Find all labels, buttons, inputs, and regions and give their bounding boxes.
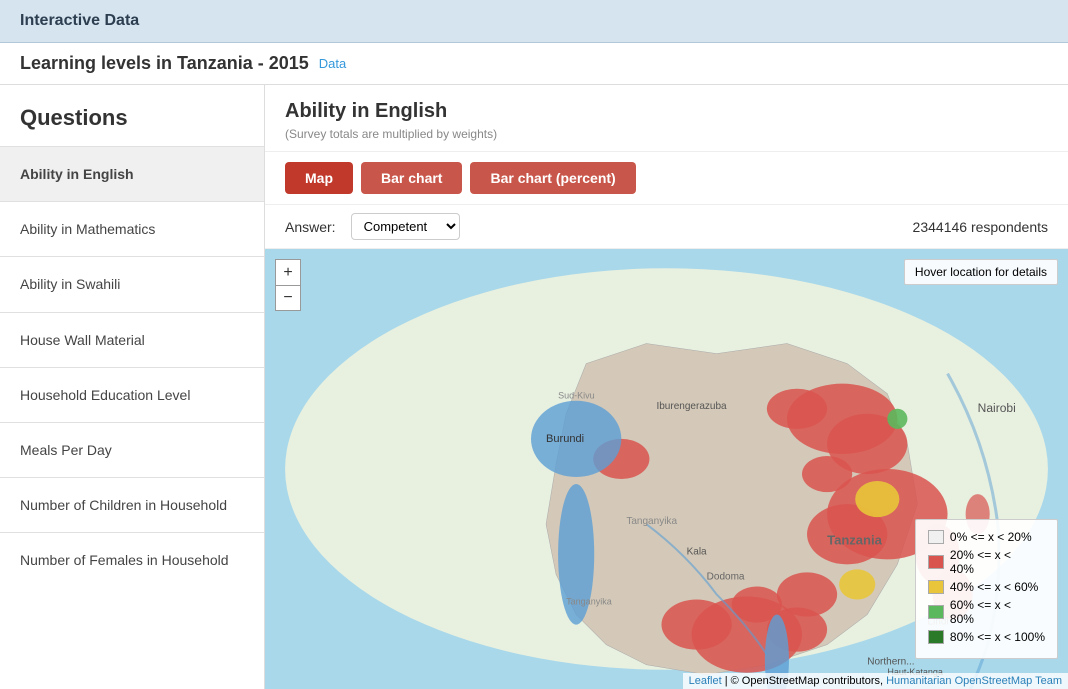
legend-item-2: 40% <= x < 60% bbox=[928, 580, 1045, 594]
svg-text:Burundi: Burundi bbox=[546, 433, 584, 445]
zoom-out-button[interactable]: − bbox=[275, 285, 301, 311]
legend-color-1 bbox=[928, 555, 944, 569]
sidebar-item-7[interactable]: Number of Females in Household bbox=[0, 532, 264, 587]
sidebar-heading: Questions bbox=[0, 105, 264, 146]
app-title: Interactive Data bbox=[20, 12, 139, 29]
content-area: Ability in English (Survey totals are mu… bbox=[265, 85, 1068, 689]
content-title: Ability in English bbox=[285, 100, 1048, 123]
hot-link[interactable]: Humanitarian OpenStreetMap Team bbox=[886, 675, 1062, 687]
legend-item-4: 80% <= x < 100% bbox=[928, 630, 1045, 644]
sidebar-item-3[interactable]: House Wall Material bbox=[0, 312, 264, 367]
svg-text:Iburengerazuba: Iburengerazuba bbox=[656, 401, 727, 412]
legend-item-1: 20% <= x <40% bbox=[928, 548, 1045, 576]
svg-text:Tanzania: Tanzania bbox=[827, 532, 883, 547]
sidebar-item-1[interactable]: Ability in Mathematics bbox=[0, 201, 264, 256]
content-header: Ability in English (Survey totals are mu… bbox=[265, 85, 1068, 152]
sidebar-item-5[interactable]: Meals Per Day bbox=[0, 422, 264, 477]
sidebar-item-6[interactable]: Number of Children in Household bbox=[0, 477, 264, 532]
tab-buttons: Map Bar chart Bar chart (percent) bbox=[265, 152, 1068, 205]
legend-color-4 bbox=[928, 630, 944, 644]
map-attribution: Leaflet | © OpenStreetMap contributors, … bbox=[683, 673, 1068, 689]
map-zoom-controls: + − bbox=[275, 259, 301, 311]
tab-map[interactable]: Map bbox=[285, 162, 353, 194]
legend-item-0: 0% <= x < 20% bbox=[928, 530, 1045, 544]
answer-row: Answer: Competent Basic Below Basic None… bbox=[265, 205, 1068, 249]
svg-text:Sud-Kivu: Sud-Kivu bbox=[558, 391, 595, 401]
legend-color-2 bbox=[928, 580, 944, 594]
tab-bar-chart-percent[interactable]: Bar chart (percent) bbox=[470, 162, 635, 194]
sidebar-item-0[interactable]: Ability in English bbox=[0, 146, 264, 201]
svg-text:Kala: Kala bbox=[687, 546, 707, 557]
respondents-count: 2344146 respondents bbox=[913, 219, 1048, 235]
answer-label: Answer: bbox=[285, 219, 336, 235]
legend-color-0 bbox=[928, 530, 944, 544]
map-legend: 0% <= x < 20% 20% <= x <40% 40% <= x < 6… bbox=[915, 519, 1058, 659]
svg-text:Nairobi: Nairobi bbox=[978, 401, 1016, 415]
content-subtitle: (Survey totals are multiplied by weights… bbox=[285, 127, 1048, 141]
data-link[interactable]: Data bbox=[319, 56, 346, 71]
map-container: Burundi Tanganyika Tanzania Nairobi Lind… bbox=[265, 249, 1068, 689]
svg-text:Tanganyika: Tanganyika bbox=[626, 516, 677, 527]
svg-text:Dodoma: Dodoma bbox=[707, 571, 745, 582]
sidebar: Questions Ability in English Ability in … bbox=[0, 85, 265, 689]
sidebar-item-4[interactable]: Household Education Level bbox=[0, 367, 264, 422]
zoom-in-button[interactable]: + bbox=[275, 259, 301, 285]
page-title: Learning levels in Tanzania - 2015 bbox=[20, 53, 309, 74]
main-layout: Questions Ability in English Ability in … bbox=[0, 85, 1068, 689]
app-header: Interactive Data bbox=[0, 0, 1068, 43]
svg-text:Tanganyika: Tanganyika bbox=[566, 597, 613, 607]
legend-item-3: 60% <= x <80% bbox=[928, 598, 1045, 626]
answer-select[interactable]: Competent Basic Below Basic None bbox=[351, 213, 460, 240]
title-bar: Learning levels in Tanzania - 2015 Data bbox=[0, 43, 1068, 85]
leaflet-link[interactable]: Leaflet bbox=[689, 675, 722, 687]
hover-tooltip: Hover location for details bbox=[904, 259, 1058, 285]
sidebar-item-2[interactable]: Ability in Swahili bbox=[0, 256, 264, 311]
legend-color-3 bbox=[928, 605, 944, 619]
tab-bar-chart[interactable]: Bar chart bbox=[361, 162, 462, 194]
